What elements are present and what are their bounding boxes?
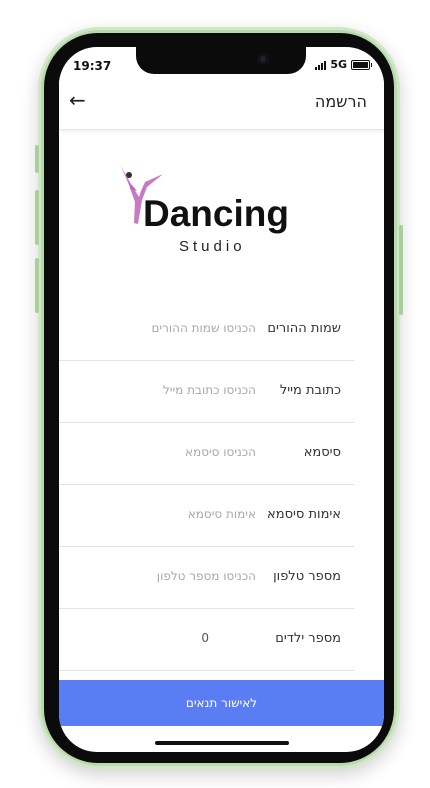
notch — [136, 47, 306, 74]
volume-button — [35, 190, 39, 245]
accept-terms-button[interactable]: לאישור תנאים — [59, 680, 384, 726]
volume-button — [35, 145, 39, 173]
field-password[interactable]: סיסמא הכניסו סיסמא — [59, 423, 354, 485]
home-indicator — [155, 741, 289, 745]
children-count-input[interactable]: 0 — [201, 631, 209, 645]
back-arrow-icon[interactable]: ← — [69, 88, 86, 112]
signal-icon — [315, 60, 327, 70]
field-confirm-password[interactable]: אימות סיסמא אימות סיסמא — [59, 485, 354, 547]
power-button — [399, 225, 403, 315]
field-label: כתובת מייל — [279, 383, 341, 398]
field-label: אימות סיסמא — [267, 507, 341, 522]
status-indicators: 5G — [315, 58, 372, 71]
camera-icon — [257, 53, 269, 65]
network-label: 5G — [330, 58, 347, 71]
field-phone[interactable]: מספר טלפון הכניסו מספר טלפון — [59, 547, 354, 609]
volume-button — [35, 258, 39, 313]
dancing-studio-logo: Dancing Studio — [121, 166, 289, 255]
field-label: מספר ילדים — [275, 631, 341, 646]
field-children-count[interactable]: מספר ילדים 0 — [59, 609, 354, 671]
password-input[interactable]: הכניסו סיסמא — [185, 445, 256, 459]
field-label: שמות ההורים — [267, 321, 341, 336]
field-label: מספר טלפון — [273, 569, 341, 584]
logo-sub: Studio — [179, 238, 246, 255]
field-parents-names[interactable]: שמות ההורים הכניסו שמות ההורים — [59, 299, 354, 361]
registration-form: שמות ההורים הכניסו שמות ההורים כתובת מיי… — [59, 299, 384, 671]
field-email[interactable]: כתובת מייל הכניסו כתובת מייל — [59, 361, 354, 423]
email-input[interactable]: הכניסו כתובת מייל — [163, 383, 256, 397]
confirm-password-input[interactable]: אימות סיסמא — [188, 507, 256, 521]
battery-icon — [351, 59, 372, 70]
phone-input[interactable]: הכניסו מספר טלפון — [157, 569, 256, 583]
app-header: ← הרשמה — [59, 77, 384, 130]
field-label: סיסמא — [303, 445, 341, 460]
app-screen: 19:37 5G ← הרשמה Dancing Studio שמות ההו… — [59, 47, 384, 752]
logo-word: Dancing — [143, 193, 289, 234]
page-title: הרשמה — [314, 92, 367, 111]
status-time: 19:37 — [73, 59, 112, 73]
parents-names-input[interactable]: הכניסו שמות ההורים — [151, 321, 256, 335]
